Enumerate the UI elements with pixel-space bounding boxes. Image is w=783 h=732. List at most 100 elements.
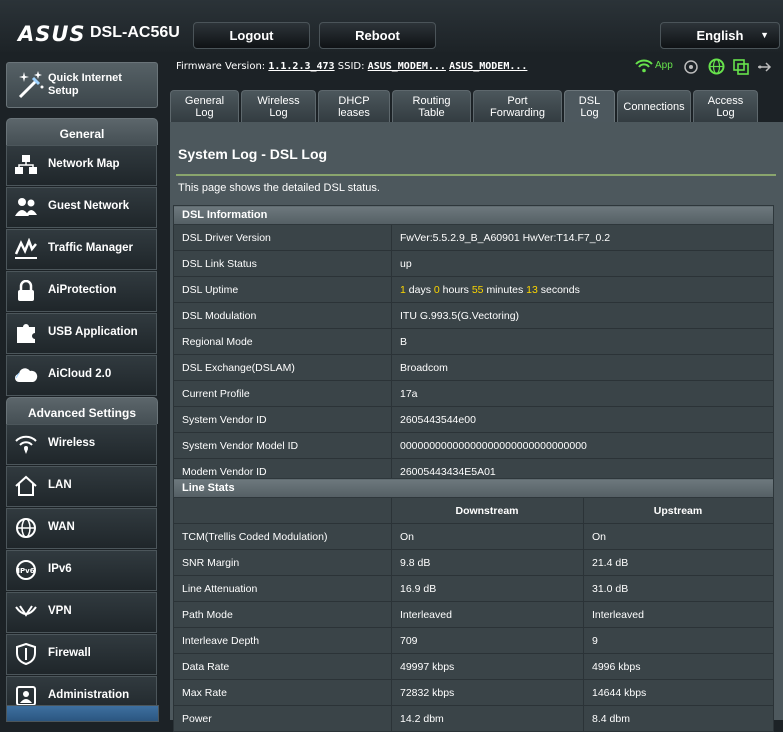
sidebar-item-label: Guest Network (48, 200, 130, 212)
advanced-settings-section-header: Advanced Settings (6, 397, 158, 424)
sidebar-item-label: IPv6 (48, 563, 72, 575)
line-stats-header: Line Stats (173, 478, 774, 498)
guest-network-icon (15, 198, 37, 216)
top-header: ASUS DSL-AC56U Logout Reboot English ▼ (0, 0, 783, 52)
ssid-link-1[interactable]: ASUS_MODEM... (368, 61, 446, 72)
ssid-link-2[interactable]: ASUS_MODEM... (449, 61, 527, 72)
sidebar-item-label: AiProtection (48, 284, 117, 296)
globe-icon[interactable] (708, 58, 725, 75)
sidebar-item-partial[interactable] (6, 705, 159, 722)
table-row: System Vendor ID 2605443544e00 (173, 406, 774, 433)
table-row: DSL Link Status up (173, 250, 774, 277)
row-label: Max Rate (173, 679, 392, 706)
sidebar-item-label: LAN (48, 479, 72, 491)
sidebar-item-wan[interactable]: WAN (6, 508, 157, 549)
page-description: This page shows the detailed DSL status. (178, 182, 380, 194)
downstream-value: 49997 kbps (391, 653, 584, 680)
reboot-button[interactable]: Reboot (319, 22, 436, 49)
table-row: SNR Margin 9.8 dB 21.4 dB (173, 549, 774, 576)
upstream-value: 9 (583, 627, 774, 654)
table-row: Data Rate 49997 kbps 4996 kbps (173, 653, 774, 680)
firmware-info: Firmware Version: 1.1.2.3_473 SSID: ASUS… (176, 61, 527, 72)
sidebar-item-lan[interactable]: LAN (6, 466, 157, 507)
table-row: Max Rate 72832 kbps 14644 kbps (173, 679, 774, 706)
tab-connections[interactable]: Connections (617, 90, 691, 122)
table-row: TCM(Trellis Coded Modulation) On On (173, 523, 774, 550)
sidebar-item-aiprotection[interactable]: AiProtection (6, 271, 157, 312)
sidebar-item-label: Wireless (48, 437, 96, 449)
table-row: Regional Mode B (173, 328, 774, 355)
tab-routing-table[interactable]: Routing Table (392, 90, 471, 122)
sidebar-item-guest-network[interactable]: Guest Network (6, 187, 157, 228)
page-title: System Log - DSL Log (178, 146, 328, 162)
row-value: ITU G.993.5(G.Vectoring) (391, 302, 774, 329)
table-row: System Vendor Model ID 000000000000000000… (173, 432, 774, 459)
upstream-value: On (583, 523, 774, 550)
usb-storage-icon[interactable] (733, 59, 749, 75)
upstream-value: 4996 kbps (583, 653, 774, 680)
row-label: TCM(Trellis Coded Modulation) (173, 523, 392, 550)
quick-internet-setup-label: Quick Internet Setup (48, 72, 122, 97)
uptime-minutes-unit: minutes (486, 283, 524, 296)
row-label: DSL Modulation (173, 302, 392, 329)
sidebar-item-vpn[interactable]: VPN (6, 592, 157, 633)
tab-label: General Log (184, 94, 225, 119)
uptime-minutes: 55 (471, 283, 484, 296)
sidebar-item-traffic-manager[interactable]: Traffic Manager (6, 229, 157, 270)
usb-icon[interactable] (757, 61, 773, 73)
tab-access-log[interactable]: Access Log (693, 90, 758, 122)
sidebar-item-firewall[interactable]: Firewall (6, 634, 157, 675)
sidebar-item-label: Traffic Manager (48, 242, 133, 254)
sidebar-item-label: VPN (48, 605, 72, 617)
network-map-icon (15, 155, 37, 174)
sidebar-item-aicloud[interactable]: AiCloud 2.0 (6, 355, 157, 396)
uptime-seconds: 13 (526, 283, 538, 296)
uptime-hours-unit: hours (442, 283, 469, 296)
row-label: Path Mode (173, 601, 392, 628)
row-label: System Vendor Model ID (173, 432, 392, 459)
downstream-value: 9.8 dB (391, 549, 584, 576)
table-row: DSL Uptime 1 days 0 hours 55 minutes 13 … (173, 276, 774, 303)
quick-internet-setup-button[interactable]: Quick Internet Setup (6, 62, 158, 108)
tab-wireless-log[interactable]: Wireless Log (241, 90, 316, 122)
vpn-icon (15, 605, 37, 617)
tab-general-log[interactable]: General Log (170, 90, 239, 122)
dsl-information-header: DSL Information (173, 205, 774, 225)
table-row: Path Mode Interleaved Interleaved (173, 601, 774, 628)
app-label[interactable]: App (655, 60, 673, 71)
tab-dsl-log[interactable]: DSL Log (564, 90, 615, 122)
tab-dhcp-leases[interactable]: DHCP leases (318, 90, 390, 122)
firmware-version-link[interactable]: 1.1.2.3_473 (268, 61, 334, 72)
language-select[interactable]: English ▼ (660, 22, 780, 49)
line-stats-table: Line Stats Downstream Upstream TCM(Trell… (173, 478, 774, 732)
upstream-value: 8.4 dbm (583, 705, 774, 732)
sidebar-item-network-map[interactable]: Network Map (6, 145, 157, 186)
dsl-information-table: DSL Information DSL Driver Version FwVer:… (173, 205, 774, 485)
sidebar-item-wireless[interactable]: Wireless (6, 424, 157, 465)
sidebar-item-label: USB Application (48, 326, 138, 338)
wireless-icon (15, 435, 37, 454)
globe-icon (16, 518, 36, 538)
table-row: Interleave Depth 709 9 (173, 627, 774, 654)
sidebar-item-usb-application[interactable]: USB Application (6, 313, 157, 354)
wifi-icon[interactable] (635, 59, 653, 73)
cloud-icon (15, 368, 38, 382)
row-label: DSL Link Status (173, 250, 392, 277)
row-value: Broadcom (391, 354, 774, 381)
row-value: 17a (391, 380, 774, 407)
upstream-column-header: Upstream (583, 497, 774, 524)
row-label: Current Profile (173, 380, 392, 407)
upstream-value: 21.4 dB (583, 549, 774, 576)
downstream-value: 72832 kbps (391, 679, 584, 706)
brand-logo: ASUS (18, 22, 86, 46)
logout-button[interactable]: Logout (193, 22, 310, 49)
upstream-value: Interleaved (583, 601, 774, 628)
tab-label: Connections (623, 100, 685, 113)
app-icon[interactable] (683, 59, 699, 75)
sidebar-item-ipv6[interactable]: IPv6 IPv6 (6, 550, 157, 591)
ssid-label: SSID: (337, 61, 365, 72)
table-row: Line Attenuation 16.9 dB 31.0 dB (173, 575, 774, 602)
tab-port-forwarding[interactable]: Port Forwarding (473, 90, 562, 122)
tab-label: DSL Log (578, 94, 601, 119)
magic-wand-icon (18, 71, 44, 99)
